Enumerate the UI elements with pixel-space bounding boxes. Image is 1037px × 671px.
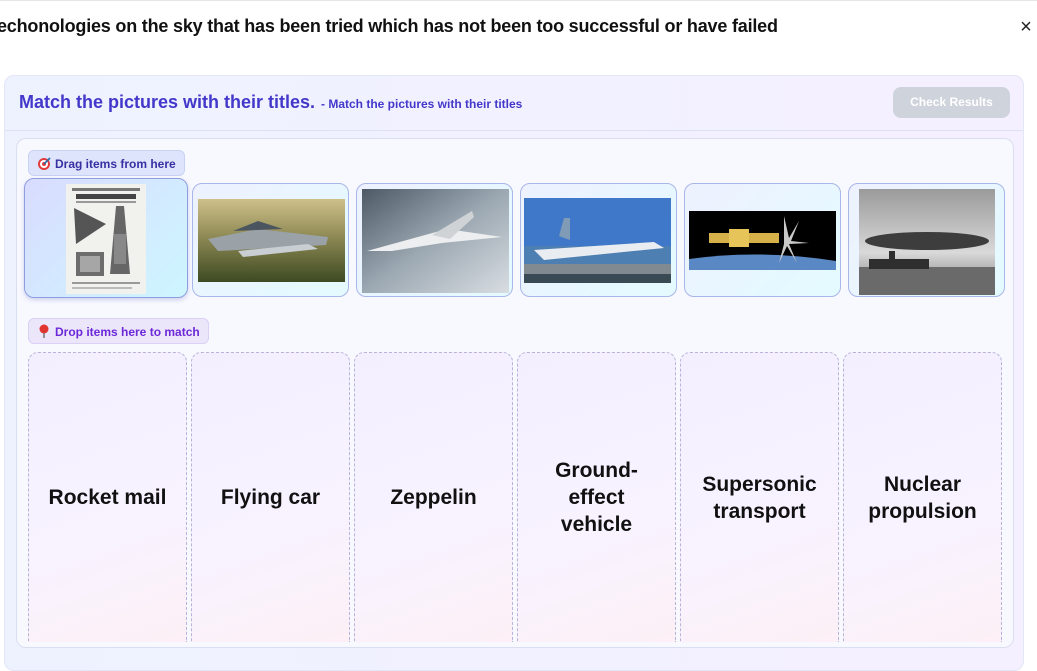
drop-section-text: Drop items here to match (55, 325, 200, 339)
activity-title: Match the pictures with their titles. (19, 92, 316, 112)
drop-zone-zeppelin[interactable]: Zeppelin (354, 352, 513, 642)
drop-zone-label: Flying car (220, 486, 321, 509)
drop-zone-label: Rocket mail (48, 486, 167, 509)
window-titlebar: echonologies on the sky that has been tr… (0, 0, 1037, 56)
draggable-picture-nuclear-spacecraft[interactable] (684, 183, 841, 297)
drag-section-label: Drag items from here (28, 150, 185, 176)
draggable-picture-concorde[interactable] (356, 183, 513, 297)
activity-header: Match the pictures with their titles. - … (5, 76, 1023, 131)
activity-card: Match the pictures with their titles. - … (4, 75, 1024, 671)
drop-zone-label: Ground-effect vehicle (555, 459, 638, 536)
close-icon[interactable]: × (1016, 15, 1036, 39)
page-title: echonologies on the sky that has been tr… (0, 16, 778, 36)
target-dart-icon (36, 151, 52, 180)
drop-zone-label: Supersonic transport (702, 472, 817, 523)
drop-zone-nuclear-propulsion[interactable]: Nuclear propulsion (843, 352, 1002, 642)
zeppelin-airship-picture (859, 189, 995, 295)
drop-zone-flying-car[interactable]: Flying car (191, 352, 350, 642)
rocket-mail-newspaper-picture (66, 184, 146, 294)
drop-zone-label: Zeppelin (390, 486, 477, 509)
drop-zone-supersonic-transport[interactable]: Supersonic transport (680, 352, 839, 642)
pushpin-icon (36, 319, 52, 347)
drop-zone-label: Nuclear propulsion (868, 472, 977, 523)
draggable-picture-zeppelin[interactable] (848, 183, 1005, 297)
concorde-picture (362, 189, 509, 293)
drop-zone-ground-effect-vehicle[interactable]: Ground-effect vehicle (517, 352, 676, 642)
nuclear-spacecraft-picture (689, 211, 836, 270)
check-results-button[interactable]: Check Results (893, 87, 1010, 118)
draggable-picture-rocket-mail[interactable] (24, 178, 188, 298)
drop-zone-rocket-mail[interactable]: Rocket mail (28, 352, 187, 642)
ekranoplan-picture (524, 198, 671, 283)
matching-area: Drag items from here Drop items here to … (16, 138, 1014, 648)
draggable-picture-flying-car[interactable] (192, 183, 349, 297)
activity-subtitle: - Match the pictures with their titles (321, 97, 523, 111)
draggable-picture-ekranoplan[interactable] (520, 183, 677, 297)
drag-section-text: Drag items from here (55, 157, 176, 171)
flying-car-picture (198, 199, 345, 282)
drop-section-label: Drop items here to match (28, 318, 209, 344)
